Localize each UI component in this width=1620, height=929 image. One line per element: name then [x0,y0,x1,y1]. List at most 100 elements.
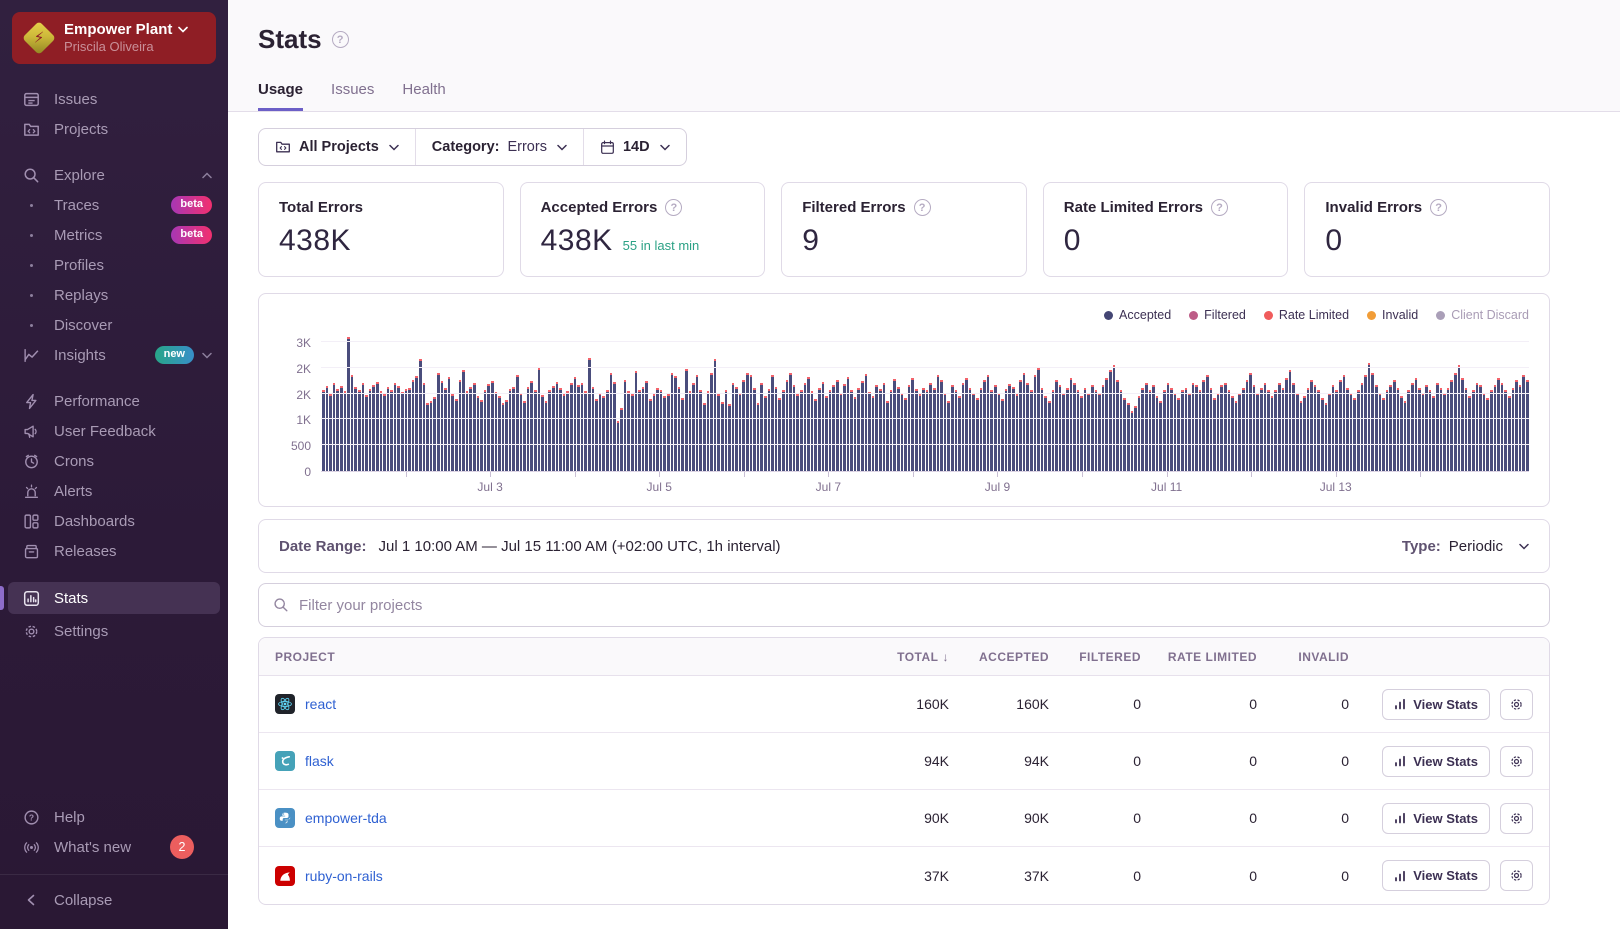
chart-bar[interactable] [498,396,501,471]
chart-bar[interactable] [1008,384,1011,471]
chart-bar[interactable] [466,391,469,471]
chart-bar[interactable] [681,398,684,471]
chart-bar[interactable] [1055,380,1058,471]
chart-bar[interactable] [1134,406,1137,471]
chart-bar[interactable] [441,381,444,471]
chart-bar[interactable] [1181,390,1184,471]
chart-bar[interactable] [717,394,720,471]
chart-bar[interactable] [1389,385,1392,471]
chart-bar[interactable] [1138,396,1141,471]
chart-bar[interactable] [495,392,498,471]
chart-bar[interactable] [1271,396,1274,471]
project-link[interactable]: empower-tda [305,810,387,826]
chart-bar[interactable] [937,375,940,471]
view-stats-button[interactable]: View Stats [1382,803,1490,834]
sidebar-item-replays[interactable]: Replays [0,280,228,310]
chart-bar[interactable] [994,385,997,471]
chart-bar[interactable] [771,375,774,471]
chart-bar[interactable] [667,394,670,471]
chart-bar[interactable] [940,380,943,471]
chart-bar[interactable] [1264,383,1267,471]
chart-bar[interactable] [1289,370,1292,471]
chart-bar[interactable] [786,380,789,471]
chart-bar[interactable] [1246,380,1249,471]
chart-bar[interactable] [340,386,343,471]
chart-bar[interactable] [775,387,778,471]
chart-bar[interactable] [462,370,465,471]
chart-bar[interactable] [832,385,835,471]
chart-bar[interactable] [390,390,393,471]
chart-bar[interactable] [933,388,936,471]
chart-bar[interactable] [412,380,415,471]
chart-bar[interactable] [523,401,526,471]
chart-bar[interactable] [502,403,505,471]
chart-bar[interactable] [843,384,846,471]
project-settings-button[interactable] [1500,860,1533,891]
chart-bar[interactable] [890,390,893,471]
chart-bar[interactable] [1220,385,1223,471]
chart-bar[interactable] [351,375,354,471]
legend-rate-limited[interactable]: Rate Limited [1264,308,1349,322]
category-filter-dropdown[interactable]: Category: Errors [415,129,583,165]
chart-bar[interactable] [1202,380,1205,471]
chart-bar[interactable] [512,387,515,471]
chart-bar[interactable] [642,387,645,471]
chart-bar[interactable] [484,390,487,471]
chart-bar[interactable] [1123,398,1126,471]
chart-bar[interactable] [451,394,454,471]
view-stats-button[interactable]: View Stats [1382,689,1490,720]
chart-bar[interactable] [1256,393,1259,471]
chart-bar[interactable] [922,388,925,471]
sidebar-item-issues[interactable]: Issues [0,84,228,114]
chart-bar[interactable] [1447,388,1450,471]
chart-bar[interactable] [1407,390,1410,471]
chart-bar[interactable] [1041,388,1044,471]
chart-bar[interactable] [728,404,731,471]
column-total[interactable]: TOTAL↓ [839,650,949,664]
chart-bar[interactable] [1371,373,1374,471]
chart-bar[interactable] [1353,398,1356,471]
chart-bar[interactable] [1127,403,1130,471]
chart-bar[interactable] [714,359,717,471]
chart-bar[interactable] [1490,390,1493,471]
chart-bar[interactable] [1149,390,1152,471]
chart-bar[interactable] [1476,383,1479,471]
legend-invalid[interactable]: Invalid [1367,308,1418,322]
chart-bar[interactable] [1080,396,1083,471]
chart-bar[interactable] [548,390,551,471]
chart-bar[interactable] [829,390,832,471]
project-settings-button[interactable] [1500,803,1533,834]
chart-bar[interactable] [1411,383,1414,471]
sidebar-item-whats-new[interactable]: What's new 2 [0,832,228,862]
chart-bar[interactable] [1346,388,1349,471]
chart-bar[interactable] [854,397,857,471]
chart-bar[interactable] [1199,390,1202,471]
chart-bar[interactable] [581,383,584,471]
chart-bar[interactable] [929,383,932,471]
chart-bar[interactable] [689,391,692,471]
chart-bar[interactable] [1073,383,1076,471]
chart-bar[interactable] [1131,411,1134,471]
chart-bar[interactable] [958,396,961,471]
chart-bar[interactable] [444,388,447,471]
chart-bar[interactable] [584,391,587,471]
help-circle-icon[interactable]: ? [332,31,349,48]
chart-bar[interactable] [336,389,339,471]
chart-bar[interactable] [372,385,375,471]
sidebar-item-help[interactable]: ? Help [0,802,228,832]
chart-bar[interactable] [566,391,569,471]
chart-bar[interactable] [1397,388,1400,471]
chart-bar[interactable] [972,393,975,471]
sidebar-item-profiles[interactable]: Profiles [0,250,228,280]
chart-bar[interactable] [1454,373,1457,471]
chart-bar[interactable] [804,383,807,471]
chart-bar[interactable] [1185,388,1188,471]
chart-bar[interactable] [1095,390,1098,471]
chart-bar[interactable] [1012,387,1015,471]
chart-bar[interactable] [897,387,900,471]
column-rate-limited[interactable]: RATE LIMITED [1141,650,1257,664]
sidebar-item-crons[interactable]: Crons [0,446,228,476]
chart-bar[interactable] [1034,375,1037,471]
chart-bar[interactable] [1512,388,1515,471]
chart-bar[interactable] [613,382,616,471]
